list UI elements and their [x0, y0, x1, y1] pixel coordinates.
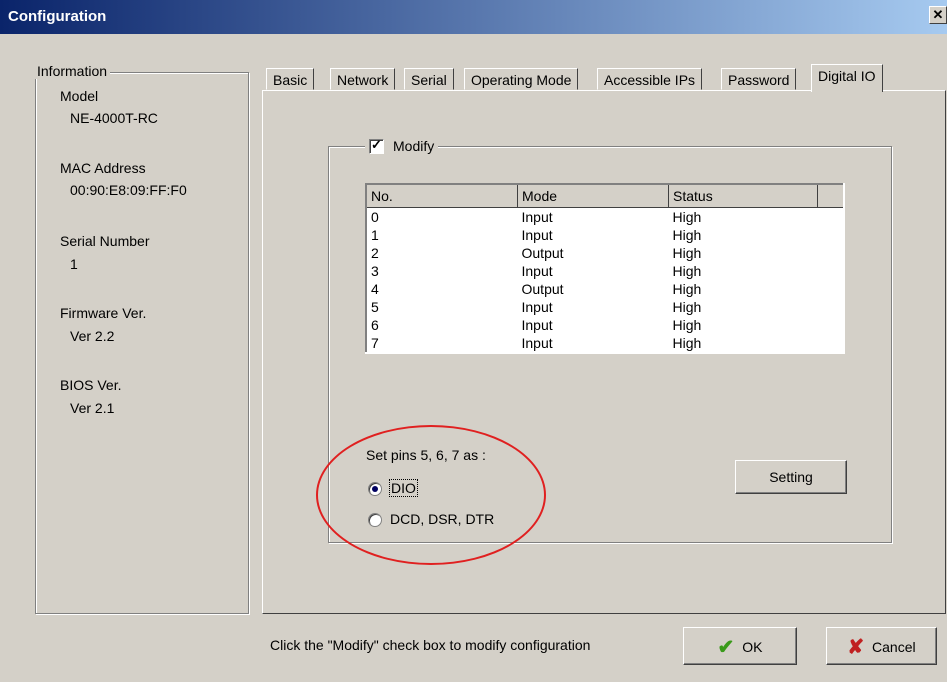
cell-no: 5: [371, 299, 379, 315]
serial-label: Serial Number: [60, 233, 150, 249]
digital-io-table: No. Mode Status 0 Input High 1 Input High 2 O…: [365, 183, 845, 354]
cancel-label: Cancel: [872, 639, 916, 656]
table-row[interactable]: 0 Input High: [366, 208, 844, 227]
cell-mode: Input: [521, 317, 553, 333]
column-header-no[interactable]: No.: [365, 183, 518, 208]
x-icon: ✘: [847, 636, 865, 659]
cell-status: High: [672, 281, 702, 297]
setting-button[interactable]: Setting: [735, 460, 847, 494]
cell-status: High: [672, 317, 702, 333]
cell-mode: Input: [521, 209, 553, 225]
cell-mode: Input: [521, 227, 553, 243]
serial-value: 1: [70, 256, 78, 272]
cell-no: 7: [371, 335, 379, 351]
information-group: [35, 72, 249, 614]
table-row[interactable]: 4 Output High: [366, 280, 844, 298]
table-row[interactable]: 1 Input High: [366, 226, 844, 244]
cell-status: High: [672, 335, 702, 351]
tab-password[interactable]: Password: [721, 68, 797, 90]
cell-status: High: [672, 263, 702, 279]
tab-basic[interactable]: Basic: [266, 68, 315, 90]
cell-status: High: [672, 299, 702, 315]
cell-no: 4: [371, 281, 379, 297]
table-header-row: No. Mode Status: [365, 183, 845, 208]
column-header-status[interactable]: Status: [668, 183, 818, 208]
tab-digital-io[interactable]: Digital IO: [811, 64, 883, 92]
cell-status: High: [672, 209, 702, 225]
cell-no: 1: [371, 227, 379, 243]
modify-label: Modify: [393, 138, 435, 154]
mac-value: 00:90:E8:09:FF:F0: [70, 182, 187, 198]
table-row[interactable]: 7 Input High: [366, 334, 844, 353]
tab-serial[interactable]: Serial: [404, 68, 454, 90]
model-label: Model: [60, 88, 99, 104]
tab-operating-mode[interactable]: Operating Mode: [464, 68, 579, 90]
ok-label: OK: [742, 639, 763, 656]
modify-checkbox-row[interactable]: ✓ Modify: [365, 135, 439, 157]
cell-mode: Input: [521, 335, 553, 351]
cell-no: 3: [371, 263, 379, 279]
cell-status: High: [672, 227, 702, 243]
cancel-button[interactable]: ✘ Cancel: [826, 627, 937, 665]
bios-label: BIOS Ver.: [60, 377, 122, 393]
cell-no: 6: [371, 317, 379, 333]
modify-checkbox[interactable]: ✓: [369, 137, 384, 154]
tab-network[interactable]: Network: [330, 68, 396, 90]
cell-status: High: [672, 245, 702, 261]
bios-value: Ver 2.1: [70, 400, 115, 416]
cell-mode: Input: [521, 299, 553, 315]
annotation-ellipse: [316, 425, 546, 565]
check-icon: ✔: [717, 636, 735, 659]
cell-mode: Output: [521, 281, 564, 297]
table-row[interactable]: 3 Input High: [366, 262, 844, 280]
model-value: NE-4000T-RC: [70, 110, 158, 126]
tab-accessible-ips[interactable]: Accessible IPs: [597, 68, 703, 90]
cell-mode: Output: [521, 245, 564, 261]
cell-no: 2: [371, 245, 379, 261]
footer-hint: Click the "Modify" check box to modify c…: [270, 637, 591, 653]
mac-label: MAC Address: [60, 160, 146, 176]
column-header-blank[interactable]: [817, 183, 845, 208]
firmware-value: Ver 2.2: [70, 328, 115, 344]
check-icon: ✓: [371, 137, 382, 152]
firmware-label: Firmware Ver.: [60, 305, 147, 321]
ok-button[interactable]: ✔ OK: [683, 627, 797, 665]
table-row[interactable]: 2 Output High: [366, 244, 844, 262]
cell-no: 0: [371, 209, 379, 225]
close-button[interactable]: ✕: [929, 6, 947, 24]
title-bar: Configuration ✕: [0, 0, 947, 34]
table-row[interactable]: 5 Input High: [366, 298, 844, 316]
cell-mode: Input: [521, 263, 553, 279]
table-row[interactable]: 6 Input High: [366, 316, 844, 334]
close-icon: ✕: [932, 7, 944, 22]
information-legend: Information: [34, 63, 111, 79]
window-title: Configuration: [8, 8, 107, 25]
column-header-mode[interactable]: Mode: [517, 183, 669, 208]
